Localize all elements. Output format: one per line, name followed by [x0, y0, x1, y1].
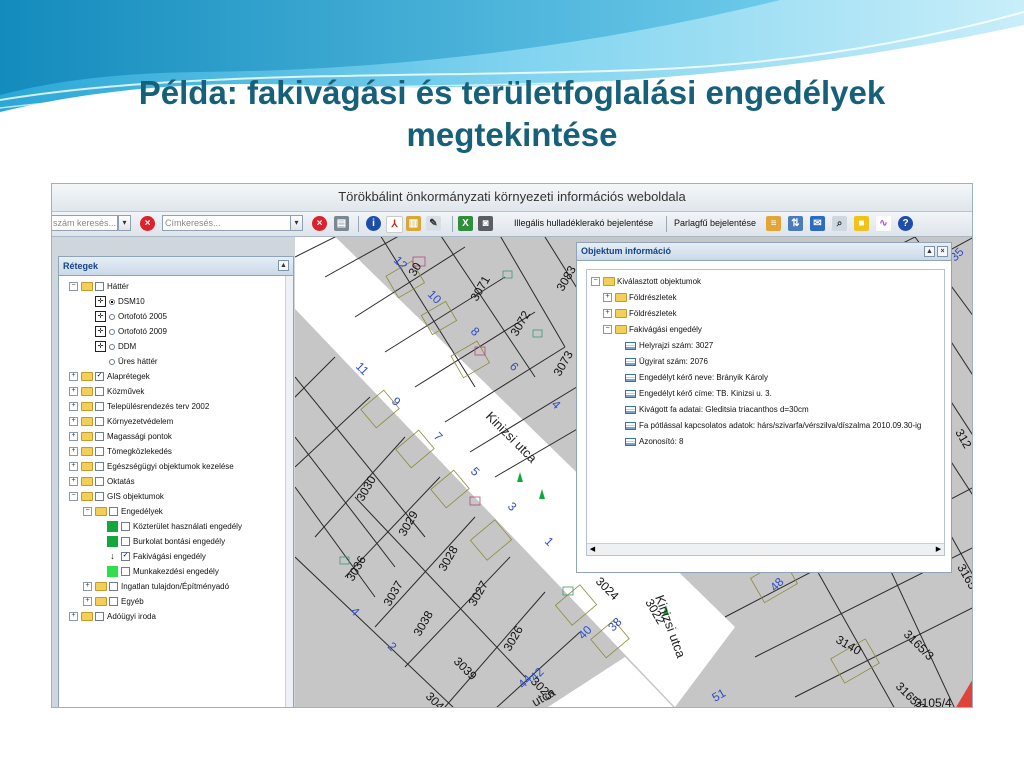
slide-footer [0, 708, 1024, 768]
info-group-foldreszletek-1[interactable]: + Földrészletek [603, 290, 677, 305]
email-icon[interactable]: ✉ [810, 216, 825, 231]
info-prop-helyrajzi: Helyrajzi szám: 3027 [625, 338, 713, 353]
collapse-layers-icon[interactable]: ▲ [278, 260, 289, 271]
info-group-foldreszletek-2[interactable]: + Földrészletek [603, 306, 677, 321]
search-zoom-icon[interactable]: ⌕ [832, 216, 847, 231]
tree-item-ddm[interactable]: ✛ DDM [95, 339, 136, 354]
lot-search-input[interactable]: szám keresés... [52, 215, 118, 231]
tree-item-oktatas[interactable]: + Oktatás [69, 474, 135, 489]
clear-lot-search-icon[interactable]: × [140, 216, 155, 231]
info-icon[interactable]: i [366, 216, 381, 231]
layers-scrollbar[interactable] [285, 276, 293, 707]
tree-item-engedelyek[interactable]: − Engedélyek [83, 504, 163, 519]
tree-item-ortofoto-2009[interactable]: ✛ Ortofotó 2009 [95, 324, 167, 339]
app-title: Törökbálint önkormányzati környezeti inf… [338, 189, 686, 204]
legend-icon[interactable]: ≡ [766, 216, 781, 231]
ragweed-report-button[interactable]: Parlagfű bejelentése [674, 218, 756, 228]
tree-item-burkolat-bontasi[interactable]: Burkolat bontási engedély [107, 534, 225, 549]
tree-item-kornyezetvedelem[interactable]: + Környezetvédelem [69, 414, 173, 429]
object-info-tree: − Kiválasztott objektumok + Földrészletek … [586, 269, 945, 556]
tree-item-magassagi-pontok[interactable]: + Magassági pontok [69, 429, 172, 444]
slide-title: Példa: fakivágási és területfoglalási en… [60, 72, 964, 156]
layers-tree: − Háttér ✛ DSM10 ✛ Ortofotó 2005 ✛ Ortofotó … [59, 276, 287, 707]
illegal-dump-report-button[interactable]: Illegális hulladéklerakó bejelentése [514, 218, 653, 228]
info-prop-kero-cime: Engedélyt kérő címe: TB. Kinizsi u. 3. [625, 386, 772, 401]
info-root[interactable]: − Kiválasztott objektumok [591, 274, 701, 289]
print-icon[interactable]: ▤ [334, 216, 349, 231]
info-prop-fa-potlas: Fa pótlással kapcsolatos adatok: hárs/sz… [625, 418, 921, 433]
gis-web-app: Törökbálint önkormányzati környezeti inf… [51, 183, 973, 708]
object-info-header: Objektum információ ▲ × [577, 243, 951, 261]
camera-icon[interactable]: ◙ [478, 216, 493, 231]
object-info-title: Objektum információ [581, 246, 672, 256]
tree-item-kozmuvek[interactable]: + Közművek [69, 384, 144, 399]
chart-icon[interactable]: ∿ [876, 216, 891, 231]
tree-item-fakivagasi[interactable]: ↓ ✓ Fakivágási engedély [107, 549, 206, 564]
clear-address-search-icon[interactable]: × [312, 216, 327, 231]
tree-item-telepulesrendezes[interactable]: + Településrendezés terv 2002 [69, 399, 209, 414]
layers-book-icon[interactable]: ▥ [406, 216, 421, 231]
info-horizontal-scrollbar[interactable]: ◀ ▶ [587, 543, 944, 555]
info-prop-kero-neve: Engedélyt kérő neve: Brányik Károly [625, 370, 768, 385]
excel-export-icon[interactable]: X [458, 216, 473, 231]
tree-item-hatter[interactable]: − Háttér [69, 279, 129, 294]
coordinates-icon[interactable]: ⇅ [788, 216, 803, 231]
object-info-panel: Objektum információ ▲ × − Kiválasztott ob… [576, 242, 952, 573]
tree-item-alaprétegek[interactable]: + ✓ Alaprétegek [69, 369, 150, 384]
tree-item-egeszsegugyi[interactable]: + Egészségügyi objektumok kezelése [69, 459, 234, 474]
measure-tool-icon[interactable]: ✎ [426, 216, 441, 231]
info-prop-ugyirat: Ügyirat szám: 2076 [625, 354, 708, 369]
info-group-fakivagasi[interactable]: − Fakivágási engedély [603, 322, 702, 337]
tree-item-munkakezdesi[interactable]: Munkakezdési engedély [107, 564, 219, 579]
slide-title-line2: megtekintése [406, 116, 618, 153]
layers-panel-header: Rétegek ▲ [59, 257, 293, 276]
address-search-dropdown-button[interactable]: ▾ [290, 215, 303, 231]
tree-item-egyeb[interactable]: + Egyéb [83, 594, 144, 609]
tree-item-ortofoto-2005[interactable]: ✛ Ortofotó 2005 [95, 309, 167, 324]
highlight-icon[interactable]: ■ [854, 216, 869, 231]
tree-item-tomegkozlekedes[interactable]: + Tömegközlekedés [69, 444, 172, 459]
lot-search-dropdown-button[interactable]: ▾ [118, 215, 131, 231]
tree-item-ingatlan-tulajdon[interactable]: + Ingatlan tulajdon/Építményadó [83, 579, 229, 594]
info-prop-azonosito: Azonosító: 8 [625, 434, 683, 449]
app-header: Törökbálint önkormányzati környezeti inf… [52, 184, 972, 212]
tree-item-dsm10[interactable]: ✛ DSM10 [95, 294, 145, 309]
slide-title-line1: Példa: fakivágási és területfoglalási en… [138, 74, 886, 111]
tree-item-adougyi-iroda[interactable]: + Adóügyi iroda [69, 609, 156, 624]
tree-item-ures-hatter[interactable]: Üres háttér [109, 354, 158, 369]
info-prop-kivagott-fa: Kivágott fa adatai: Gleditsia triacantho… [625, 402, 809, 417]
address-search-input[interactable]: Címkeresés... [162, 215, 292, 231]
tree-item-gis-objektumok[interactable]: − GIS objektumok [69, 489, 164, 504]
toolbar: szám keresés... ▾ × Címkeresés... ▾ × ▤ … [52, 212, 972, 237]
layers-panel: Rétegek ▲ − Háttér ✛ DSM10 ✛ Ortofotó 2005 … [58, 256, 294, 707]
tree-item-kozterulet-hasznalati[interactable]: Közterület használati engedély [107, 519, 242, 534]
pdf-icon[interactable]: ⅄ [386, 216, 403, 233]
scroll-right-icon[interactable]: ▶ [934, 545, 943, 554]
help-icon[interactable]: ? [898, 216, 913, 231]
layers-panel-title: Rétegek [63, 261, 99, 271]
svg-text:3105/4: 3105/4 [915, 696, 952, 708]
scroll-left-icon[interactable]: ◀ [588, 545, 597, 554]
collapse-info-icon[interactable]: ▲ [924, 246, 935, 257]
close-info-icon[interactable]: × [937, 246, 948, 257]
